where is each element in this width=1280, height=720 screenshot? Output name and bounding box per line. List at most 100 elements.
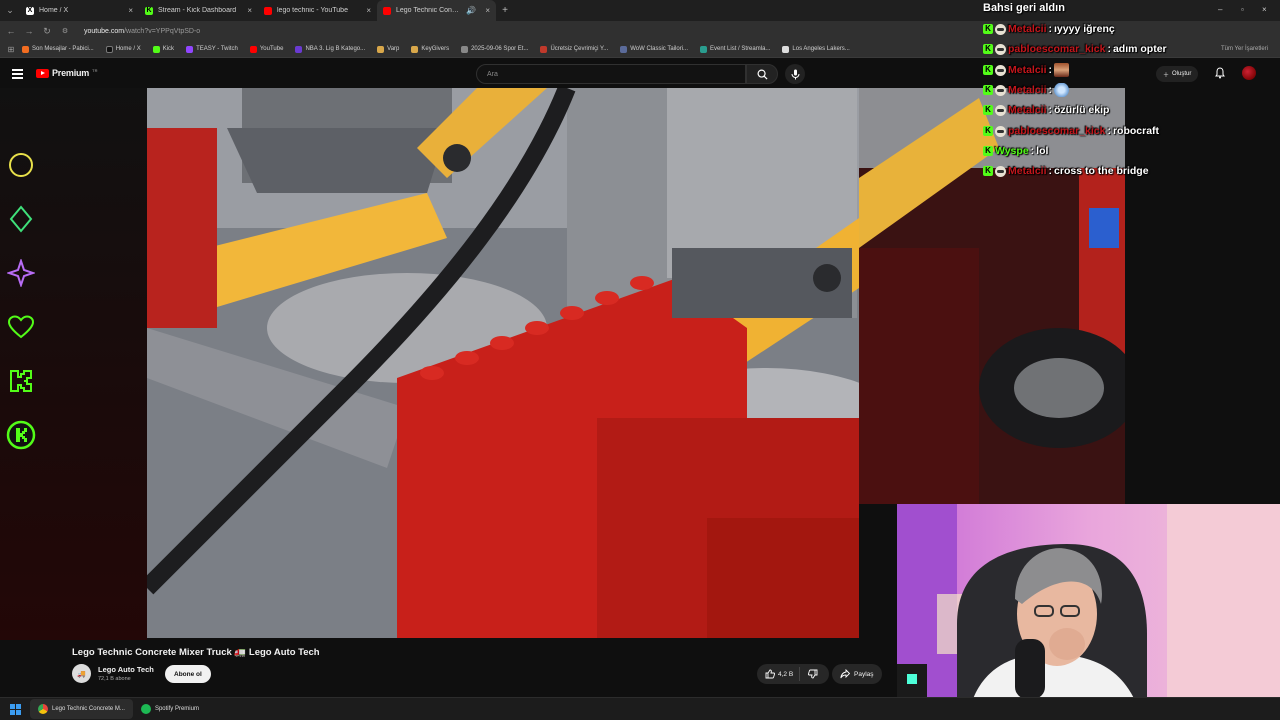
- bookmark[interactable]: NBA 3. Lig B Katego...: [289, 45, 371, 53]
- chat-separator: :: [1048, 165, 1053, 177]
- taskbar-item-spotify[interactable]: Spotify Premium: [133, 699, 207, 719]
- like-button[interactable]: 4,2 B: [757, 667, 801, 681]
- reload-icon[interactable]: ↻: [42, 26, 52, 37]
- kick-badge-icon: K: [983, 126, 993, 136]
- chat-username: Metalcii: [1008, 165, 1047, 177]
- kick-badge-icon: K: [983, 146, 993, 156]
- chat-username: pabloescomar_kick: [1008, 125, 1106, 137]
- logo-text: Premium: [52, 68, 90, 78]
- channel-avatar[interactable]: 🚚: [72, 664, 91, 683]
- kick-badge-icon: K: [983, 65, 993, 75]
- tab-search-icon[interactable]: ⌄: [0, 0, 20, 21]
- back-icon[interactable]: ←: [6, 26, 16, 36]
- close-window-icon[interactable]: ×: [1262, 5, 1267, 14]
- bookmark-favicon: [105, 45, 113, 53]
- chat-username: Metalcii: [1008, 104, 1047, 116]
- share-icon: [840, 669, 850, 679]
- menu-icon[interactable]: [12, 69, 23, 81]
- maximize-icon[interactable]: ▫: [1241, 5, 1244, 14]
- speaker-icon[interactable]: 🔊: [466, 6, 476, 15]
- search-icon: [757, 69, 768, 80]
- chat-message: K Metalcii :: [983, 61, 1070, 79]
- bookmark[interactable]: Son Mesajlar - Pabici...: [16, 45, 100, 53]
- chat-text: ıyyyy iğrenç: [1054, 23, 1115, 35]
- minimize-icon[interactable]: –: [1218, 5, 1222, 14]
- browser-tab-bar: ⌄ X Home / X × K Stream - Kick Dashboard…: [0, 0, 1280, 21]
- tab-kick-dashboard[interactable]: K Stream - Kick Dashboard ×: [139, 0, 258, 21]
- search-input[interactable]: Ara: [476, 64, 746, 84]
- diamond-icon: [6, 204, 36, 234]
- tab-youtube-search[interactable]: lego technic - YouTube ×: [258, 0, 377, 21]
- microphone-icon: [791, 69, 799, 79]
- folder-icon: [411, 45, 419, 53]
- forward-icon[interactable]: →: [24, 26, 34, 36]
- taskbar-label: Lego Technic Concrete M...: [52, 706, 125, 712]
- account-avatar[interactable]: [1242, 66, 1256, 80]
- bookmark[interactable]: Los Angeles Lakers...: [776, 45, 855, 53]
- tab-label: Home / X: [39, 7, 69, 14]
- heart-icon: [6, 312, 36, 342]
- shield-badge-icon: [995, 104, 1006, 116]
- webcam-image: [897, 504, 1280, 720]
- folder-icon: [377, 45, 385, 53]
- taskbar-item-browser[interactable]: Lego Technic Concrete M...: [30, 699, 133, 719]
- bookmark[interactable]: TEASY - Twitch: [180, 45, 244, 53]
- tab-youtube-video[interactable]: Lego Technic Concrete Mi... 🔊 ×: [377, 0, 496, 21]
- close-icon[interactable]: ×: [366, 6, 371, 15]
- video-player[interactable]: [147, 88, 859, 638]
- close-icon[interactable]: ×: [247, 6, 252, 15]
- chat-text: lol: [1036, 145, 1049, 157]
- youtube-logo-icon: [383, 6, 391, 15]
- channel-name[interactable]: Lego Auto Tech: [98, 665, 154, 674]
- bookmark[interactable]: Varp: [371, 45, 405, 53]
- bookmark[interactable]: WoW Classic Tailori...: [614, 45, 694, 53]
- shield-badge-icon: [995, 64, 1006, 76]
- webcam-feed: [897, 504, 1280, 720]
- share-button[interactable]: Paylaş: [832, 664, 882, 684]
- site-info-icon[interactable]: ⚙: [60, 27, 70, 35]
- shield-badge-icon: [995, 125, 1006, 137]
- plus-icon: ＋: [1163, 72, 1170, 79]
- bookmark[interactable]: KeyGivers: [405, 45, 455, 53]
- kick-badge-icon: K: [983, 44, 993, 54]
- like-count: 4,2 B: [778, 670, 794, 678]
- spotify-icon: [140, 704, 151, 714]
- youtube-premium-logo[interactable]: Premium TR: [36, 68, 97, 78]
- create-button[interactable]: ＋ Oluştur: [1156, 66, 1199, 82]
- chat-username: Metalcii: [1008, 84, 1047, 96]
- logo-region: TR: [92, 67, 98, 73]
- bookmark[interactable]: 2025-09-06 Spor Et...: [455, 45, 534, 53]
- shield-badge-icon: [995, 84, 1006, 96]
- kick-badge-icon: K: [983, 105, 993, 115]
- new-tab-button[interactable]: +: [496, 5, 514, 16]
- notifications-bell-icon[interactable]: [1214, 67, 1226, 79]
- bookmark[interactable]: Home / X: [100, 45, 147, 53]
- chat-separator: :: [1048, 104, 1053, 116]
- chat-text: özürlü ekip: [1054, 104, 1110, 116]
- bookmark[interactable]: Ücretsiz Çevrimiçi Y...: [534, 45, 614, 53]
- kick-logo-icon: K: [145, 6, 153, 15]
- screen: ⌄ X Home / X × K Stream - Kick Dashboard…: [0, 0, 1280, 720]
- bookmark-favicon: [249, 45, 257, 53]
- url-field[interactable]: youtube.com/watch?v=YPPqVtpSD-o: [84, 28, 200, 35]
- bookmark[interactable]: YouTube: [244, 45, 290, 53]
- dislike-button[interactable]: [800, 669, 826, 679]
- chat-message: K Metalcii : özürlü ekip: [983, 101, 1109, 119]
- bookmark[interactable]: Event List / Streamla...: [694, 45, 776, 53]
- close-icon[interactable]: ×: [128, 6, 133, 15]
- close-icon[interactable]: ×: [485, 6, 490, 15]
- chat-message: K pabloescomar_kick : adım opter: [983, 40, 1167, 58]
- start-button[interactable]: [0, 703, 30, 715]
- subscribe-button[interactable]: Abone ol: [165, 665, 211, 683]
- voice-search-button[interactable]: [785, 64, 805, 84]
- tab-home-x[interactable]: X Home / X ×: [20, 0, 139, 21]
- search-button[interactable]: [746, 64, 778, 84]
- thumbs-up-icon: [765, 669, 775, 679]
- chat-text: cross to the bridge: [1054, 165, 1149, 177]
- all-bookmarks-button[interactable]: Tüm Yer İşaretleri: [1221, 46, 1268, 52]
- apps-grid-icon[interactable]: ⊞: [6, 45, 16, 54]
- windows-taskbar: Lego Technic Concrete M... Spotify Premi…: [0, 697, 1280, 720]
- chat-message: K Wyspe : lol: [983, 142, 1048, 160]
- bookmark[interactable]: Kick: [147, 45, 180, 53]
- chat-separator: :: [1107, 125, 1111, 137]
